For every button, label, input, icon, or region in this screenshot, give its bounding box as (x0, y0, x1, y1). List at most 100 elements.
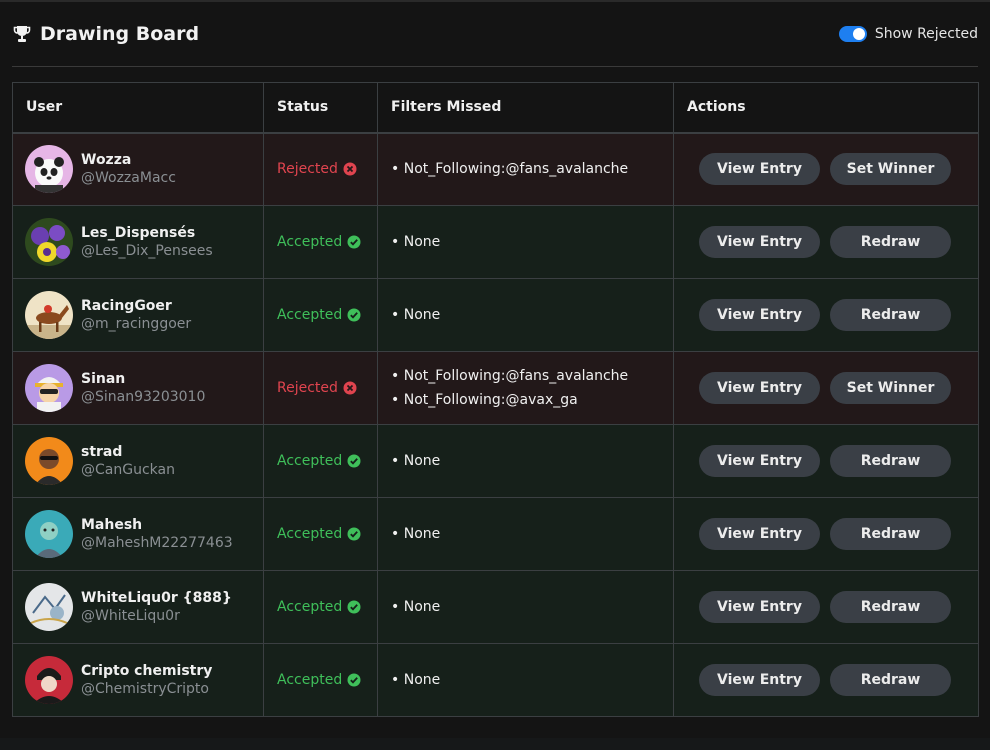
status-text: Rejected (277, 380, 338, 396)
filters-cell: None (377, 570, 674, 644)
table-row: strad @CanGuckan Accepted None View Entr… (12, 424, 979, 498)
status-badge: Accepted (264, 307, 377, 323)
filters-list: None (391, 522, 673, 546)
filters-cell: None (377, 643, 674, 717)
filters-cell: None (377, 278, 674, 352)
status-text: Accepted (277, 599, 343, 615)
user-handle: @Sinan93203010 (81, 389, 206, 405)
view-entry-button[interactable]: View Entry (699, 226, 820, 258)
user-handle: @CanGuckan (81, 462, 175, 478)
filters-list: None (391, 595, 673, 619)
redraw-button[interactable]: Redraw (830, 299, 951, 331)
redraw-button[interactable]: Redraw (830, 591, 951, 623)
user-text: strad @CanGuckan (81, 443, 175, 479)
display-name: Wozza (81, 152, 132, 169)
user-cell: Sinan @Sinan93203010 (12, 351, 264, 425)
view-entry-button[interactable]: View Entry (699, 299, 820, 331)
user-cell: WhiteLiqu0r {888} @WhiteLiqu0r (12, 570, 264, 644)
trophy-icon (12, 24, 32, 44)
row-actions: View Entry Redraw (674, 591, 978, 623)
user-handle: @m_racinggoer (81, 316, 192, 332)
redraw-button[interactable]: Redraw (830, 445, 951, 477)
row-actions: View Entry Redraw (674, 518, 978, 550)
show-rejected-label: Show Rejected (874, 26, 978, 42)
filters-cell: None (377, 497, 674, 571)
actions-cell: View Entry Redraw (673, 570, 979, 644)
status-badge: Accepted (264, 234, 377, 250)
filters-list: None (391, 668, 673, 692)
user-text: Wozza @WozzaMacc (81, 151, 176, 187)
user-handle: @WozzaMacc (81, 170, 176, 187)
filter-item: Not_Following:@fans_avalanche (391, 364, 673, 388)
display-name: RacingGoer (81, 298, 172, 314)
header: Drawing Board Show Rejected (12, 2, 978, 67)
user-info: strad @CanGuckan (13, 437, 263, 485)
row-actions: View Entry Set Winner (674, 153, 978, 186)
filters-list: Not_Following:@fans_avalancheNot_Followi… (391, 364, 673, 412)
show-rejected-toggle[interactable] (838, 26, 867, 42)
view-entry-button[interactable]: View Entry (699, 664, 820, 696)
entries-table: User Status Filters Missed Actions Wozza… (12, 82, 979, 717)
user-info: WhiteLiqu0r {888} @WhiteLiqu0r (13, 583, 263, 631)
redraw-button[interactable]: Redraw (830, 226, 951, 258)
status-cell: Accepted (263, 643, 378, 717)
status-badge: Accepted (264, 672, 377, 688)
user-info: Mahesh @MaheshM22277463 (13, 510, 263, 558)
avatar (25, 218, 73, 266)
view-entry-button[interactable]: View Entry (699, 518, 820, 550)
table-row: RacingGoer @m_racinggoer Accepted None V… (12, 278, 979, 352)
user-cell: Les_Dispensés @Les_Dix_Pensees (12, 205, 264, 279)
status-text: Rejected (277, 161, 338, 178)
actions-cell: View Entry Redraw (673, 205, 979, 279)
display-name: Cripto chemistry (81, 663, 213, 679)
x-circle-icon (343, 381, 357, 395)
filters-missed: None (378, 303, 673, 327)
check-circle-icon (347, 308, 361, 322)
set-winner-button[interactable]: Set Winner (830, 153, 951, 186)
status-cell: Accepted (263, 497, 378, 571)
status-text: Accepted (277, 453, 343, 469)
status-badge: Accepted (264, 453, 377, 469)
user-info: RacingGoer @m_racinggoer (13, 291, 263, 339)
user-info: Cripto chemistry @ChemistryCripto (13, 656, 263, 704)
display-name: Les_Dispensés (81, 225, 196, 241)
status-badge: Accepted (264, 526, 377, 542)
filters-list: None (391, 303, 673, 327)
status-text: Accepted (277, 672, 343, 688)
redraw-button[interactable]: Redraw (830, 664, 951, 696)
view-entry-button[interactable]: View Entry (699, 372, 820, 404)
filters-missed: Not_Following:@fans_avalancheNot_Followi… (378, 364, 673, 412)
avatar (25, 437, 73, 485)
filter-item: None (391, 595, 673, 619)
user-handle: @Les_Dix_Pensees (81, 243, 213, 259)
table-row: Mahesh @MaheshM22277463 Accepted None Vi… (12, 497, 979, 571)
user-cell: strad @CanGuckan (12, 424, 264, 498)
filter-item: None (391, 230, 673, 254)
view-entry-button[interactable]: View Entry (699, 445, 820, 477)
check-circle-icon (347, 673, 361, 687)
user-text: Cripto chemistry @ChemistryCripto (81, 662, 212, 698)
check-circle-icon (347, 454, 361, 468)
user-text: Mahesh @MaheshM22277463 (81, 516, 233, 552)
set-winner-button[interactable]: Set Winner (830, 372, 951, 404)
row-actions: View Entry Redraw (674, 664, 978, 696)
filter-item: None (391, 522, 673, 546)
table-row: Wozza @WozzaMacc Rejected Not_Following:… (12, 132, 979, 206)
x-circle-icon (343, 162, 357, 176)
actions-cell: View Entry Redraw (673, 278, 979, 352)
user-info: Sinan @Sinan93203010 (13, 364, 263, 412)
avatar (25, 656, 73, 704)
filters-cell: None (377, 424, 674, 498)
view-entry-button[interactable]: View Entry (699, 153, 820, 186)
display-name: strad (81, 444, 123, 460)
avatar (25, 364, 73, 412)
status-text: Accepted (277, 526, 343, 542)
view-entry-button[interactable]: View Entry (699, 591, 820, 623)
page-title: Drawing Board (40, 23, 200, 45)
user-info: Les_Dispensés @Les_Dix_Pensees (13, 218, 263, 266)
user-text: RacingGoer @m_racinggoer (81, 297, 191, 333)
redraw-button[interactable]: Redraw (830, 518, 951, 550)
column-header-actions: Actions (673, 82, 979, 134)
user-cell: Wozza @WozzaMacc (12, 132, 264, 206)
filters-missed: Not_Following:@fans_avalanche (378, 157, 673, 181)
